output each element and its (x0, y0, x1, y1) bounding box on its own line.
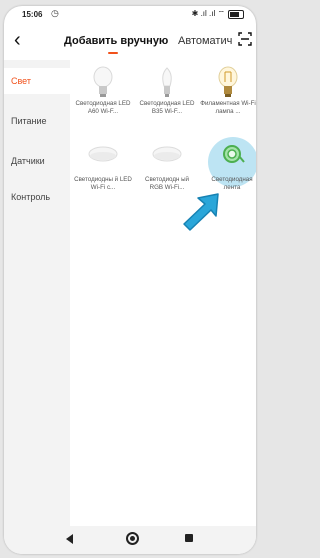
active-tab-indicator (108, 52, 118, 54)
scan-icon[interactable] (238, 32, 252, 46)
led-strip-icon (223, 145, 245, 163)
nav-recent-icon[interactable] (185, 534, 193, 542)
nav-home-icon[interactable] (126, 532, 139, 545)
status-bar: 15:06 ◷ ✱ .ıl .ıl ⌔ (4, 6, 256, 24)
pointer-arrow-icon (183, 193, 219, 231)
product-label: Светодиодны й LED Wi-Fi с... (74, 176, 132, 191)
back-arrow-icon[interactable]: ‹ (14, 30, 21, 50)
system-indicators: ✱ .ıl .ıl ⌔ (191, 9, 225, 18)
bulb-a60-icon (93, 66, 113, 97)
product-led-ceiling[interactable]: Светодиодны й LED Wi-Fi с... (72, 142, 134, 204)
alarm-icon: ◷ (51, 8, 59, 18)
product-label: Светодиодная LED A60 Wi-F... (75, 100, 131, 115)
product-led-b35[interactable]: Светодиодная LED B35 Wi-F... (136, 66, 198, 128)
sidebar-item-light[interactable]: Свет (4, 68, 70, 94)
battery-icon (228, 9, 244, 19)
filament-bulb-icon (218, 66, 238, 97)
phone-screen: 15:06 ◷ ✱ .ıl .ıl ⌔ ‹ Добавить вручную А… (4, 6, 256, 554)
sidebar-item-power[interactable]: Питание (4, 108, 70, 134)
product-led-a60[interactable]: Светодиодная LED A60 Wi-F... (72, 66, 134, 128)
tab-manual-add[interactable]: Добавить вручную (64, 35, 168, 47)
tab-auto-scan[interactable]: Автоматич (178, 35, 233, 47)
sidebar-item-label: Свет (11, 76, 32, 86)
system-nav-bar (4, 526, 256, 554)
system-icons: ✱ .ıl .ıl ⌔ (192, 9, 244, 19)
status-time: 15:06 (22, 10, 43, 19)
sidebar-item-label: Питание (11, 116, 47, 126)
product-grid: Светодиодная LED A60 Wi-F... Светодиодна… (70, 60, 256, 536)
product-label: Светодиодная LED B35 Wi-F... (139, 100, 195, 115)
bulb-b35-icon (162, 67, 172, 97)
sidebar-item-label: Контроль (11, 192, 51, 202)
rgb-ceiling-light-icon (152, 146, 182, 162)
product-label: Филаментная Wi-Fi лампа ... (200, 100, 256, 115)
ceiling-light-icon (88, 146, 118, 162)
sidebar-item-sensors[interactable]: Датчики (4, 148, 70, 174)
header: ‹ Добавить вручную Автоматич (4, 28, 256, 60)
nav-back-icon[interactable] (66, 534, 73, 544)
category-sidebar: Свет Питание Датчики Контроль (4, 60, 70, 536)
product-filament[interactable]: Филаментная Wi-Fi лампа ... (197, 66, 256, 128)
sidebar-item-control[interactable]: Контроль (4, 184, 70, 210)
sidebar-item-label: Датчики (11, 156, 45, 166)
